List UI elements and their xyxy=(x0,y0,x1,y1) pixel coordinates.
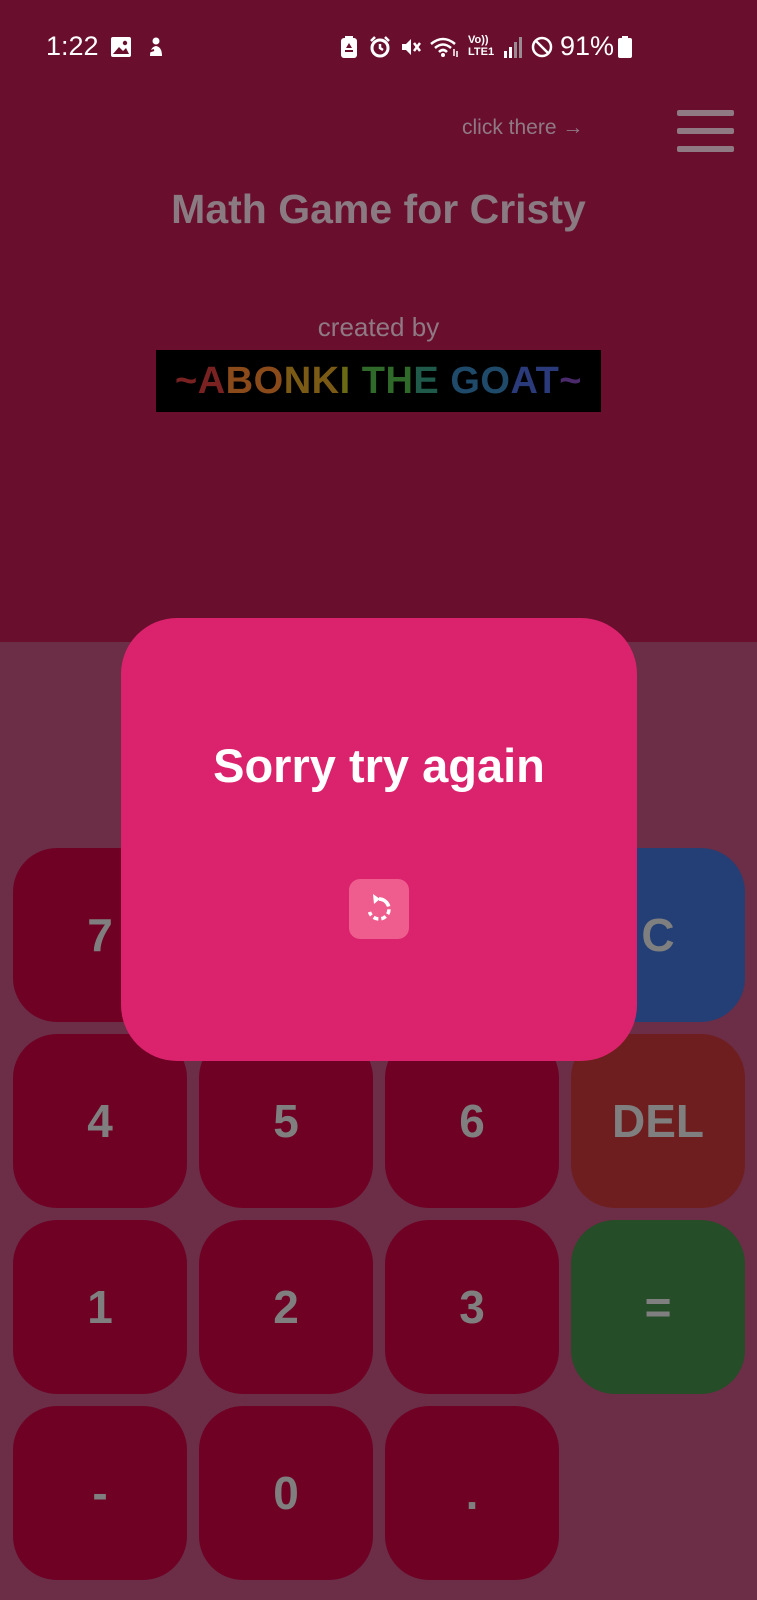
decimal-button[interactable]: . xyxy=(385,1406,559,1580)
key-1[interactable]: 1 xyxy=(13,1220,187,1394)
equals-button[interactable]: = xyxy=(571,1220,745,1394)
retry-button[interactable] xyxy=(349,879,409,939)
key-4[interactable]: 4 xyxy=(13,1034,187,1208)
status-bar: 1:22 Vo)) LTE1 91% xyxy=(0,0,757,94)
signal-icon xyxy=(504,37,522,58)
hamburger-menu-icon[interactable] xyxy=(677,110,734,152)
created-by-label: created by xyxy=(317,312,440,342)
vibrate-mute-icon xyxy=(402,39,421,55)
key-2[interactable]: 2 xyxy=(199,1220,373,1394)
minus-button[interactable]: - xyxy=(13,1406,187,1580)
key-0[interactable]: 0 xyxy=(199,1406,373,1580)
alarm-icon xyxy=(370,36,390,58)
author-name: ~ABONKI THE GOAT~ xyxy=(175,360,582,402)
delete-button[interactable]: DEL xyxy=(571,1034,745,1208)
result-dialog: Sorry try again xyxy=(121,618,637,1061)
do-not-disturb-icon xyxy=(531,36,553,58)
app-title: Math Game for Cristy xyxy=(171,186,586,232)
retry-icon xyxy=(367,894,391,921)
notification-app-icon xyxy=(147,37,162,56)
battery-percent: 91% xyxy=(560,31,615,61)
dialog-message: Sorry try again xyxy=(213,739,545,792)
battery-icon xyxy=(618,36,632,58)
key-3[interactable]: 3 xyxy=(385,1220,559,1394)
battery-saver-icon xyxy=(341,36,357,58)
status-time: 1:22 xyxy=(46,31,99,61)
volte-label: Vo)) LTE1 xyxy=(468,34,495,58)
menu-hint: click there → xyxy=(462,116,584,139)
gallery-icon xyxy=(111,37,131,57)
author-banner: ~ABONKI THE GOAT~ xyxy=(156,350,601,412)
wifi-icon xyxy=(430,37,458,57)
